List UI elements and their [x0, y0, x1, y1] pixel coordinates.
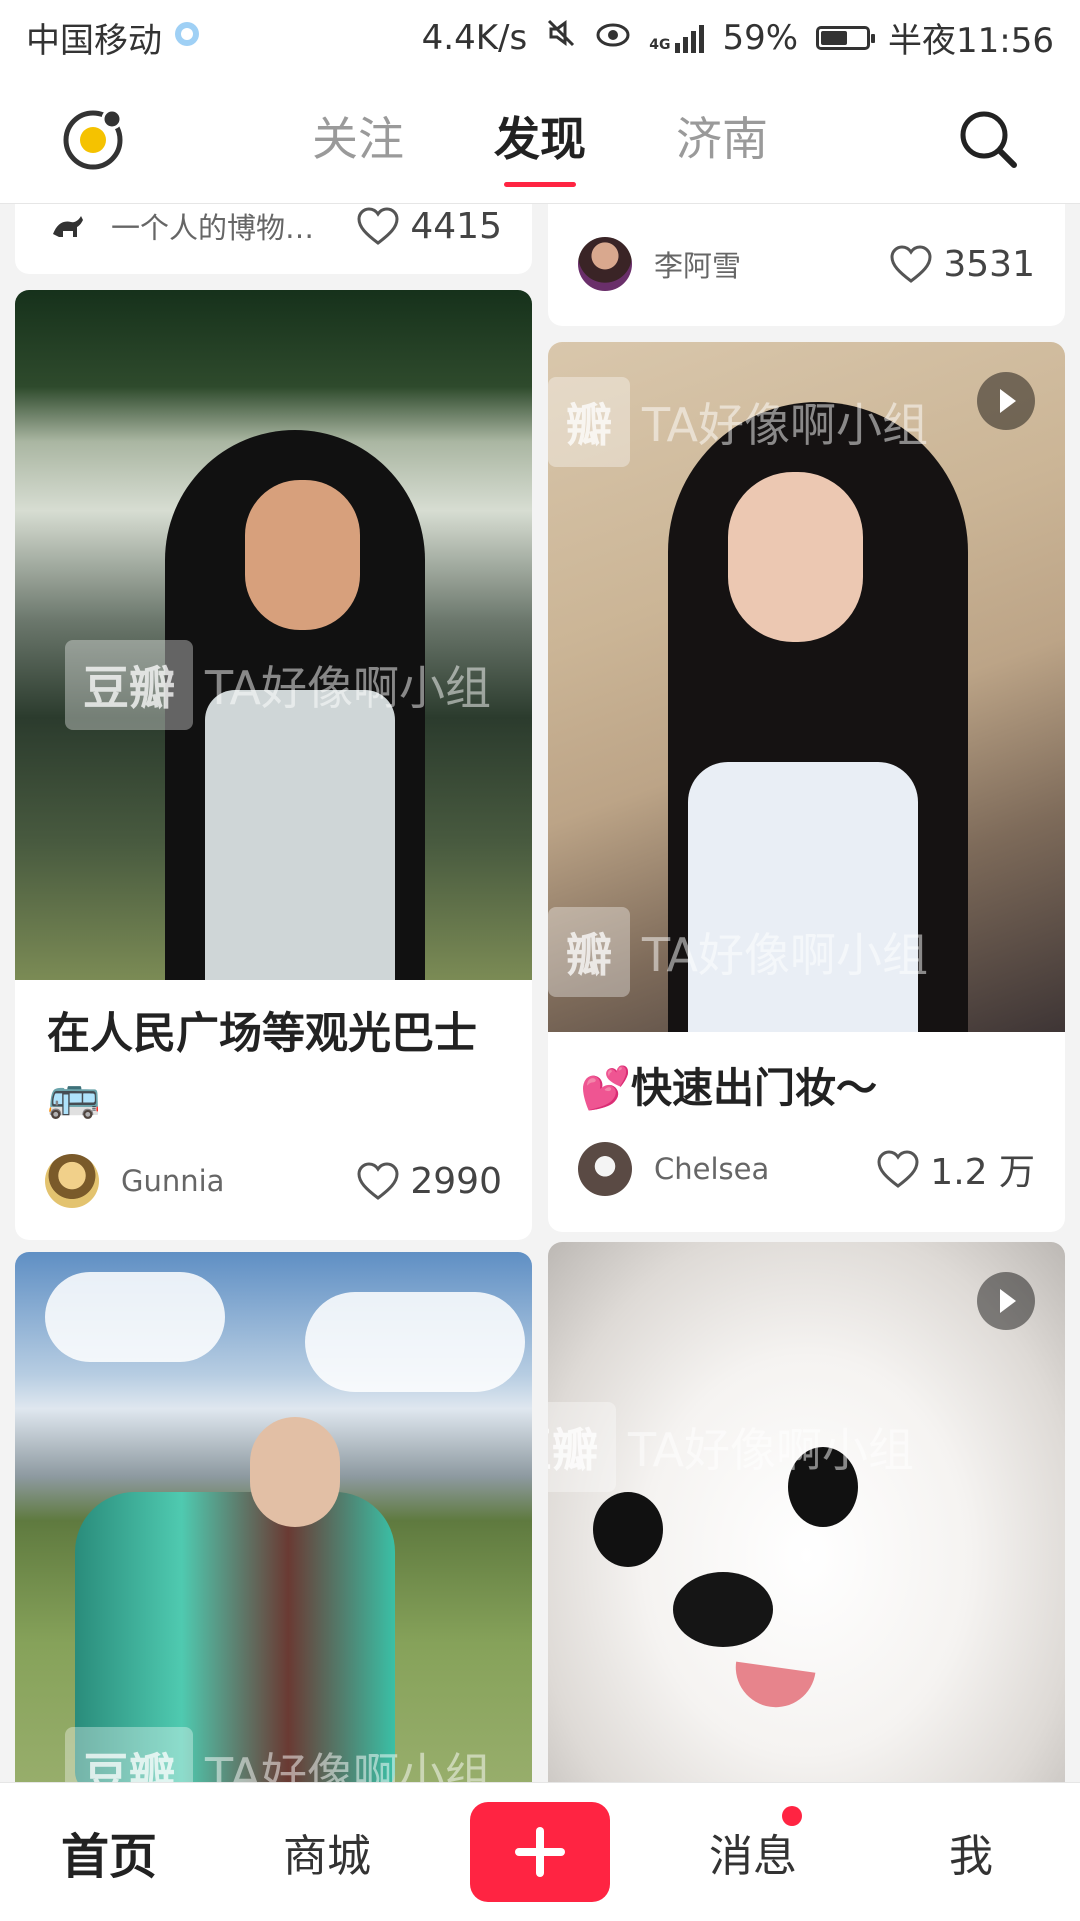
heart-icon: [357, 1162, 399, 1200]
hd-voice-icon: [172, 18, 202, 58]
cover-image[interactable]: 瓣 TA好像啊小组 瓣 TA好像啊小组: [548, 342, 1065, 1032]
card-author[interactable]: Gunnia: [45, 1154, 224, 1208]
author-name: Chelsea: [654, 1152, 770, 1186]
tab-discover[interactable]: 发现: [494, 103, 586, 187]
watermark-brand: 瓣: [548, 907, 630, 997]
nav-messages[interactable]: 消息: [678, 1806, 828, 1884]
likes-value: 3531: [943, 243, 1035, 285]
watermark-brand: 豆瓣: [65, 1727, 193, 1782]
battery-icon: [816, 25, 876, 50]
nav-me[interactable]: 我: [896, 1820, 1046, 1884]
likes-value: 2990: [410, 1160, 502, 1202]
likes-value: 4415: [410, 205, 502, 247]
like-count[interactable]: 2990: [356, 1161, 502, 1202]
play-icon[interactable]: [977, 372, 1035, 430]
like-count[interactable]: 4415: [356, 206, 502, 247]
card-meta: 李阿雪 3531: [578, 237, 1035, 291]
feed-card[interactable]: 豆瓣 TA好像啊小组: [15, 1252, 532, 1782]
avatar: [45, 1154, 99, 1208]
nav-mall[interactable]: 商城: [252, 1820, 402, 1884]
like-count[interactable]: 1.2 万: [876, 1143, 1035, 1195]
watermark-brand: 豆瓣: [65, 640, 193, 730]
author-name: Gunnia: [121, 1164, 225, 1198]
card-meta: Gunnia 2990: [45, 1154, 502, 1208]
author-name: 一个人的博物…: [111, 211, 315, 245]
active-tab-indicator: [504, 182, 576, 187]
feed-card[interactable]: 李阿雪 3531: [548, 204, 1065, 326]
cover-image[interactable]: 豆瓣 TA好像啊小组: [548, 1242, 1065, 1782]
status-left: 中国移动: [26, 13, 202, 62]
like-count[interactable]: 3531: [889, 244, 1035, 285]
card-author[interactable]: 李阿雪: [578, 237, 741, 291]
heart-icon: [890, 245, 932, 283]
eye-icon: [595, 18, 631, 58]
feed-card[interactable]: 一个人的博物… 4415: [15, 204, 532, 274]
watermark: 豆瓣 TA好像啊小组: [548, 1402, 914, 1492]
avatar: [45, 204, 89, 248]
tab-local-city[interactable]: 济南: [676, 103, 768, 175]
bottom-bar: 首页 商城 消息 我: [0, 1782, 1080, 1921]
heart-icon: [877, 1150, 919, 1188]
feed-card[interactable]: 豆瓣 TA好像啊小组: [548, 1242, 1065, 1782]
cover-image[interactable]: 豆瓣 TA好像啊小组: [15, 290, 532, 980]
feed-card[interactable]: 豆瓣 TA好像啊小组 在人民广场等观光巴士🚌 Gunnia 2990: [15, 290, 532, 1240]
watermark: 豆瓣 TA好像啊小组: [65, 1727, 491, 1782]
watermark-text: TA好像啊小组: [205, 1748, 491, 1782]
status-bar: 中国移动 4.4K/s 4G 59% 半夜11:56: [0, 0, 1080, 75]
card-title[interactable]: 在人民广场等观光巴士🚌: [47, 1003, 502, 1127]
plus-icon[interactable]: [470, 1802, 610, 1902]
watermark: 瓣 TA好像啊小组: [548, 907, 928, 997]
play-icon[interactable]: [977, 1272, 1035, 1330]
nav-home[interactable]: 首页: [34, 1817, 184, 1887]
author-name: 李阿雪: [654, 249, 742, 283]
clock: 半夜11:56: [888, 21, 1054, 61]
watermark-text: TA好像啊小组: [642, 928, 928, 982]
battery-percent: 59%: [722, 17, 799, 58]
watermark: 豆瓣 TA好像啊小组: [65, 640, 491, 730]
search-icon[interactable]: [956, 107, 1020, 171]
network-speed: 4.4K/s: [421, 17, 528, 58]
feed-card[interactable]: 瓣 TA好像啊小组 瓣 TA好像啊小组 💕快速出门妆～ Chelsea 1.2 …: [548, 342, 1065, 1232]
card-meta: Chelsea 1.2 万: [578, 1142, 1035, 1196]
watermark-text: TA好像啊小组: [628, 1423, 914, 1477]
feed: 一个人的博物… 4415 李阿雪 3531 豆瓣 TA好像啊小组 在人民广场等观…: [0, 204, 1080, 1782]
heart-icon: [357, 207, 399, 245]
avatar: [578, 1142, 632, 1196]
likes-value: 1.2 万: [930, 1152, 1035, 1193]
silent-icon: [545, 17, 577, 58]
notification-badge: [782, 1806, 802, 1826]
carrier-label: 中国移动: [26, 21, 162, 61]
watermark-text: TA好像啊小组: [642, 398, 928, 452]
avatar: [578, 237, 632, 291]
cover-image[interactable]: 豆瓣 TA好像啊小组: [15, 1252, 532, 1782]
top-nav: 关注 发现 济南: [0, 75, 1080, 204]
card-title[interactable]: 💕快速出门妆～: [580, 1057, 1035, 1119]
tab-follow[interactable]: 关注: [312, 103, 404, 175]
network-type: 4G: [649, 36, 671, 53]
top-tabs: 关注 发现 济南: [0, 75, 1080, 203]
card-author[interactable]: Chelsea: [578, 1142, 769, 1196]
watermark-brand: 瓣: [548, 377, 630, 467]
watermark-text: TA好像啊小组: [205, 661, 491, 715]
card-author[interactable]: 一个人的博物…: [45, 204, 314, 248]
watermark: 瓣 TA好像啊小组: [548, 377, 928, 467]
card-meta: 一个人的博物… 4415: [45, 204, 502, 248]
watermark-brand: 豆瓣: [548, 1402, 616, 1492]
signal-icon: 4G: [649, 23, 705, 53]
status-right: 4.4K/s 4G 59% 半夜11:56: [422, 13, 1054, 62]
